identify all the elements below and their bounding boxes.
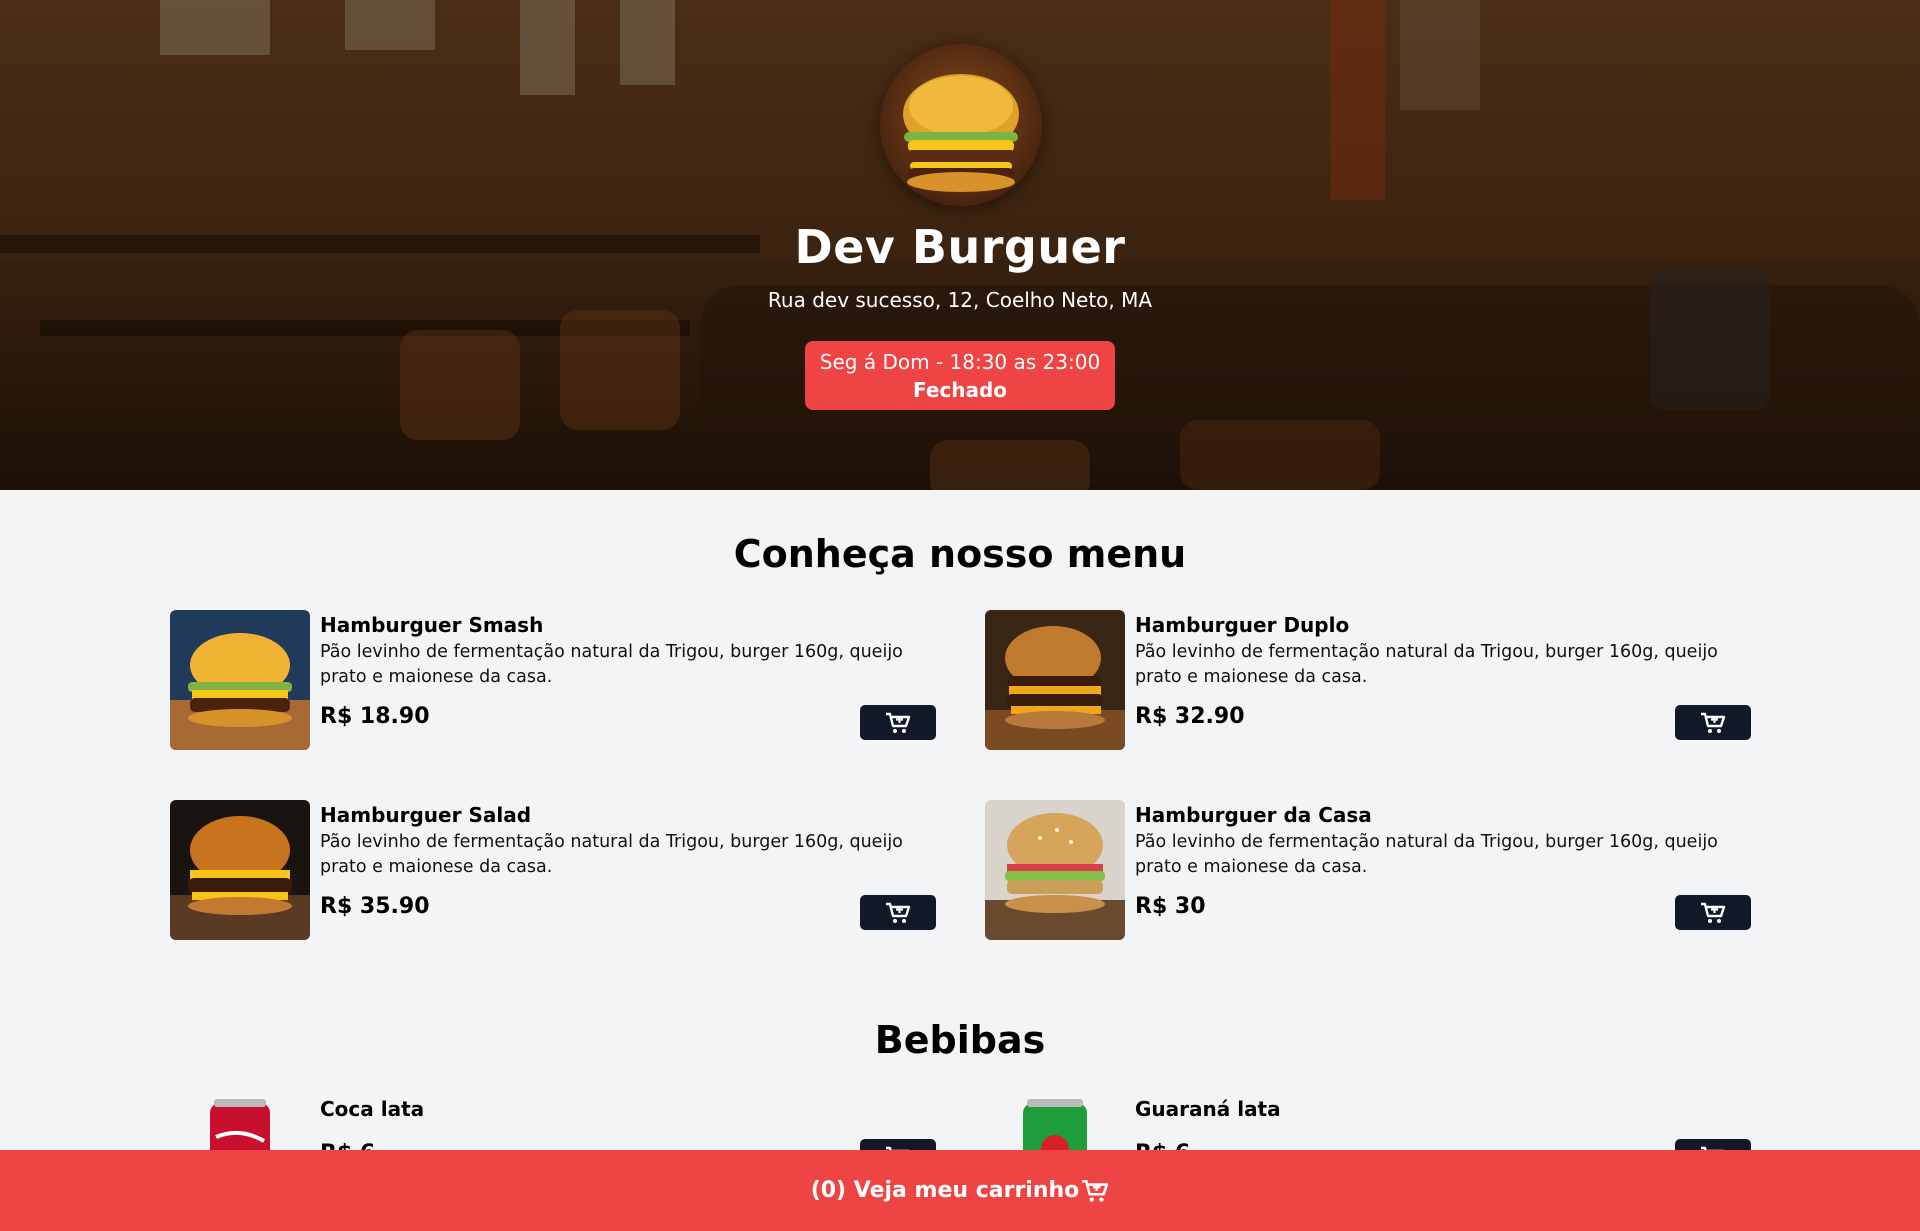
opening-hours: Seg á Dom - 18:30 as 23:00 <box>819 350 1101 374</box>
menu-item-description: Pão levinho de fermentação natural da Tr… <box>1135 642 1718 687</box>
menu-item-image <box>985 800 1125 940</box>
add-to-cart-button[interactable] <box>1675 705 1751 740</box>
drink-item-name: Coca lata <box>320 1097 425 1121</box>
add-to-cart-icon <box>886 902 911 923</box>
drinks-section-title: Bebibas <box>874 1018 1046 1062</box>
menu-item-price: R$ 32.90 <box>1135 704 1245 729</box>
restaurant-logo <box>880 44 1042 206</box>
restaurant-address: Rua dev sucesso, 12, Coelho Neto, MA <box>767 288 1153 312</box>
menu-item-image <box>170 800 310 940</box>
menu-item-image <box>985 610 1125 750</box>
menu-item-name: Hamburguer Salad <box>320 803 532 827</box>
add-to-cart-icon <box>1701 712 1726 733</box>
add-to-cart-button[interactable] <box>860 895 936 930</box>
menu-item-description: Pão levinho de fermentação natural da Tr… <box>320 642 903 687</box>
menu-item-name: Hamburguer Smash <box>320 613 544 637</box>
menu-item-name: Hamburguer Duplo <box>1135 613 1350 637</box>
view-cart-button[interactable]: (0) Veja meu carrinho <box>0 1150 1920 1231</box>
restaurant-name: Dev Burguer <box>794 220 1126 274</box>
open-status: Fechado <box>912 378 1008 402</box>
add-to-cart-button[interactable] <box>860 705 936 740</box>
menu-item-price: R$ 35.90 <box>320 894 430 919</box>
menu-item-description: Pão levinho de fermentação natural da Tr… <box>1135 832 1718 877</box>
add-to-cart-button[interactable] <box>1675 895 1751 930</box>
add-to-cart-icon <box>1701 902 1726 923</box>
menu-item-price: R$ 30 <box>1135 894 1206 919</box>
cart-icon <box>1082 1179 1109 1202</box>
opening-hours-badge: Seg á Dom - 18:30 as 23:00 Fechado <box>805 341 1115 410</box>
burger-icon <box>903 74 1019 192</box>
menu-item: Hamburguer Duplo Pão levinho de fermenta… <box>985 610 1751 750</box>
menu-item: Hamburguer da Casa Pão levinho de fermen… <box>985 800 1751 940</box>
add-to-cart-icon <box>886 712 911 733</box>
menu-item-image <box>170 610 310 750</box>
menu-item-price: R$ 18.90 <box>320 704 430 729</box>
menu-item-name: Hamburguer da Casa <box>1135 803 1372 827</box>
view-cart-label: (0) Veja meu carrinho <box>810 1178 1080 1203</box>
menu-section-title: Conheça nosso menu <box>733 532 1187 576</box>
menu-item-description: Pão levinho de fermentação natural da Tr… <box>320 832 903 877</box>
menu-item: Hamburguer Smash Pão levinho de fermenta… <box>170 610 936 750</box>
menu-item: Hamburguer Salad Pão levinho de fermenta… <box>170 800 936 940</box>
drink-item-name: Guaraná lata <box>1135 1097 1281 1121</box>
header-banner: Dev Burguer Rua dev sucesso, 12, Coelho … <box>0 0 1920 490</box>
